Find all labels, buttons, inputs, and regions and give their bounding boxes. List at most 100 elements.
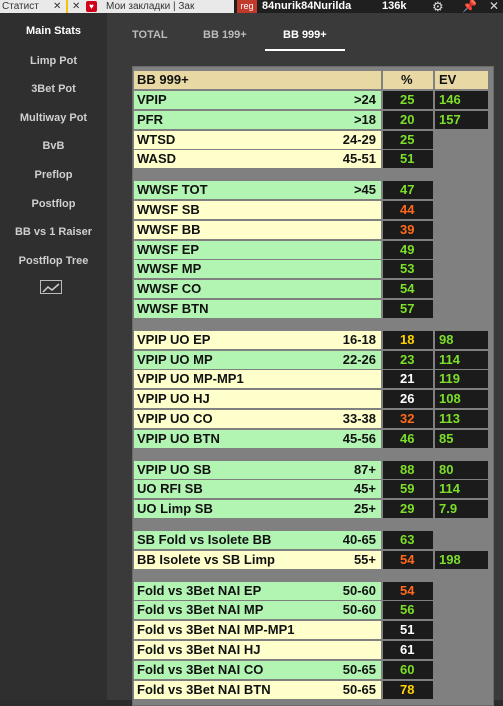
sidebar-item-limp-pot[interactable]: Limp Pot bbox=[0, 55, 107, 67]
sidebar-item-main-stats[interactable]: Main Stats bbox=[0, 25, 107, 37]
stat-ev: 198 bbox=[435, 551, 488, 569]
stat-range: 24-29 bbox=[342, 132, 376, 147]
stat-label: Fold vs 3Bet NAI BTN 50-65 bbox=[134, 681, 381, 699]
stat-label: VPIP UO CO 33-38 bbox=[134, 410, 381, 428]
stat-name: Fold vs 3Bet NAI HJ bbox=[137, 642, 261, 657]
stat-percent: 25 bbox=[383, 131, 433, 149]
stat-ev: 80 bbox=[435, 461, 488, 479]
stat-ev: 7.9 bbox=[435, 500, 488, 518]
close-icon[interactable]: ✕ bbox=[53, 0, 61, 13]
table-row: VPIP UO BTN 45-56 46 85 bbox=[133, 430, 493, 448]
table-header-ev: EV bbox=[435, 71, 488, 89]
gear-icon[interactable]: ⚙ bbox=[432, 0, 444, 13]
stat-range: 22-26 bbox=[342, 352, 376, 367]
tab-bb-199[interactable]: BB 199+ bbox=[203, 29, 247, 41]
stat-label: WWSF SB bbox=[134, 201, 381, 219]
stat-name: WASD bbox=[137, 151, 176, 166]
stat-label: PFR >18 bbox=[134, 111, 381, 129]
sidebar-item-3bet-pot[interactable]: 3Bet Pot bbox=[0, 83, 107, 95]
stat-name: WWSF MP bbox=[137, 261, 202, 276]
sidebar-item-preflop[interactable]: Preflop bbox=[0, 169, 107, 181]
table-row: WASD 45-51 51 bbox=[133, 150, 493, 168]
stat-percent: 53 bbox=[383, 260, 433, 278]
stat-range: 40-65 bbox=[342, 532, 376, 547]
stat-name: Fold vs 3Bet NAI EP bbox=[137, 583, 262, 598]
stat-name: VPIP UO BTN bbox=[137, 431, 220, 446]
stat-label: VPIP UO HJ bbox=[134, 390, 381, 408]
table-row: WWSF BB 39 bbox=[133, 221, 493, 239]
stat-name: PFR bbox=[137, 112, 163, 127]
table-row: WWSF CO 54 bbox=[133, 280, 493, 298]
stat-percent: 63 bbox=[383, 531, 433, 549]
stat-label: VPIP >24 bbox=[134, 91, 381, 109]
pin-icon[interactable]: 📌 bbox=[462, 0, 477, 13]
favicon-icon: ♥ bbox=[86, 1, 97, 12]
sidebar-item-postflop-tree[interactable]: Postflop Tree bbox=[0, 255, 107, 267]
close-icon[interactable]: ✕ bbox=[72, 0, 80, 13]
stat-label: VPIP UO MP-MP1 bbox=[134, 370, 381, 388]
stat-name: Fold vs 3Bet NAI CO bbox=[137, 662, 264, 677]
stat-range: 33-38 bbox=[342, 411, 376, 426]
stat-name: VPIP UO MP-MP1 bbox=[137, 371, 244, 386]
stat-percent: 51 bbox=[383, 621, 433, 639]
stat-name: WWSF EP bbox=[137, 242, 200, 257]
stat-name: Fold vs 3Bet NAI MP-MP1 bbox=[137, 622, 295, 637]
browser-tab-title: Мои закладки | Зак bbox=[106, 1, 195, 12]
stat-percent: 59 bbox=[383, 480, 433, 498]
stat-label: WTSD 24-29 bbox=[134, 131, 381, 149]
stat-percent: 29 bbox=[383, 500, 433, 518]
table-row: VPIP UO EP 16-18 18 98 bbox=[133, 331, 493, 349]
table-row: VPIP UO SB 87+ 88 80 bbox=[133, 461, 493, 479]
stat-label: WWSF BB bbox=[134, 221, 381, 239]
stat-label: Fold vs 3Bet NAI MP-MP1 bbox=[134, 621, 381, 639]
reg-badge: reg bbox=[237, 0, 257, 13]
stat-label: Fold vs 3Bet NAI EP 50-60 bbox=[134, 582, 381, 600]
stat-label: VPIP UO SB 87+ bbox=[134, 461, 381, 479]
stat-name: VPIP bbox=[137, 92, 167, 107]
stat-label: VPIP UO BTN 45-56 bbox=[134, 430, 381, 448]
table-row: UO RFI SB 45+ 59 114 bbox=[133, 480, 493, 498]
sidebar-item-bvb[interactable]: BvB bbox=[0, 140, 107, 152]
stat-percent: 56 bbox=[383, 601, 433, 619]
stat-percent: 88 bbox=[383, 461, 433, 479]
tab-bb-999[interactable]: BB 999+ bbox=[283, 29, 327, 41]
sidebar-item-postflop[interactable]: Postflop bbox=[0, 198, 107, 210]
stat-name: WWSF CO bbox=[137, 281, 202, 296]
close-window-icon[interactable]: ✕ bbox=[489, 0, 499, 13]
username: 84nurik84Nurilda bbox=[262, 0, 352, 12]
tab-total[interactable]: TOTAL bbox=[132, 29, 168, 41]
sidebar-item-bb-vs-1-raiser[interactable]: BB vs 1 Raiser bbox=[0, 226, 107, 238]
stat-range: >24 bbox=[353, 92, 376, 107]
stat-percent: 54 bbox=[383, 551, 433, 569]
stat-range: 25+ bbox=[353, 501, 376, 516]
stat-percent: 18 bbox=[383, 331, 433, 349]
stat-ev: 108 bbox=[435, 390, 488, 408]
table-header-title: BB 999+ bbox=[134, 71, 381, 89]
table-row: WWSF SB 44 bbox=[133, 201, 493, 219]
table-row: VPIP UO CO 33-38 32 113 bbox=[133, 410, 493, 428]
line-chart-icon[interactable] bbox=[40, 280, 62, 294]
table-row: WTSD 24-29 25 bbox=[133, 131, 493, 149]
table-row: WWSF TOT >45 47 bbox=[133, 181, 493, 199]
stat-label: Fold vs 3Bet NAI CO 50-65 bbox=[134, 661, 381, 679]
stat-percent: 51 bbox=[383, 150, 433, 168]
stat-range: 87+ bbox=[353, 462, 376, 477]
stat-ev: 114 bbox=[435, 480, 488, 498]
sidebar-item-multiway-pot[interactable]: Multiway Pot bbox=[0, 112, 107, 124]
stat-range: 50-60 bbox=[342, 602, 376, 617]
stat-name: WWSF SB bbox=[137, 202, 200, 217]
browser-tab-title: Статист bbox=[2, 1, 39, 12]
stat-name: UO Limp SB bbox=[137, 501, 213, 516]
stat-name: VPIP UO CO bbox=[137, 411, 213, 426]
stat-percent: 21 bbox=[383, 370, 433, 388]
table-row: WWSF MP 53 bbox=[133, 260, 493, 278]
stat-name: UO RFI SB bbox=[137, 481, 203, 496]
table-row: BB Isolete vs SB Limp 55+ 54 198 bbox=[133, 551, 493, 569]
table-row: PFR >18 20 157 bbox=[133, 111, 493, 129]
stat-ev: 114 bbox=[435, 351, 488, 369]
stat-name: WWSF BB bbox=[137, 222, 201, 237]
stat-label: WWSF BTN bbox=[134, 300, 381, 318]
stat-ev: 146 bbox=[435, 91, 488, 109]
browser-tab-stats[interactable]: Статист ✕ bbox=[0, 0, 66, 13]
browser-tab-bookmarks[interactable]: ✕ ♥ Мои закладки | Зак bbox=[66, 0, 234, 13]
